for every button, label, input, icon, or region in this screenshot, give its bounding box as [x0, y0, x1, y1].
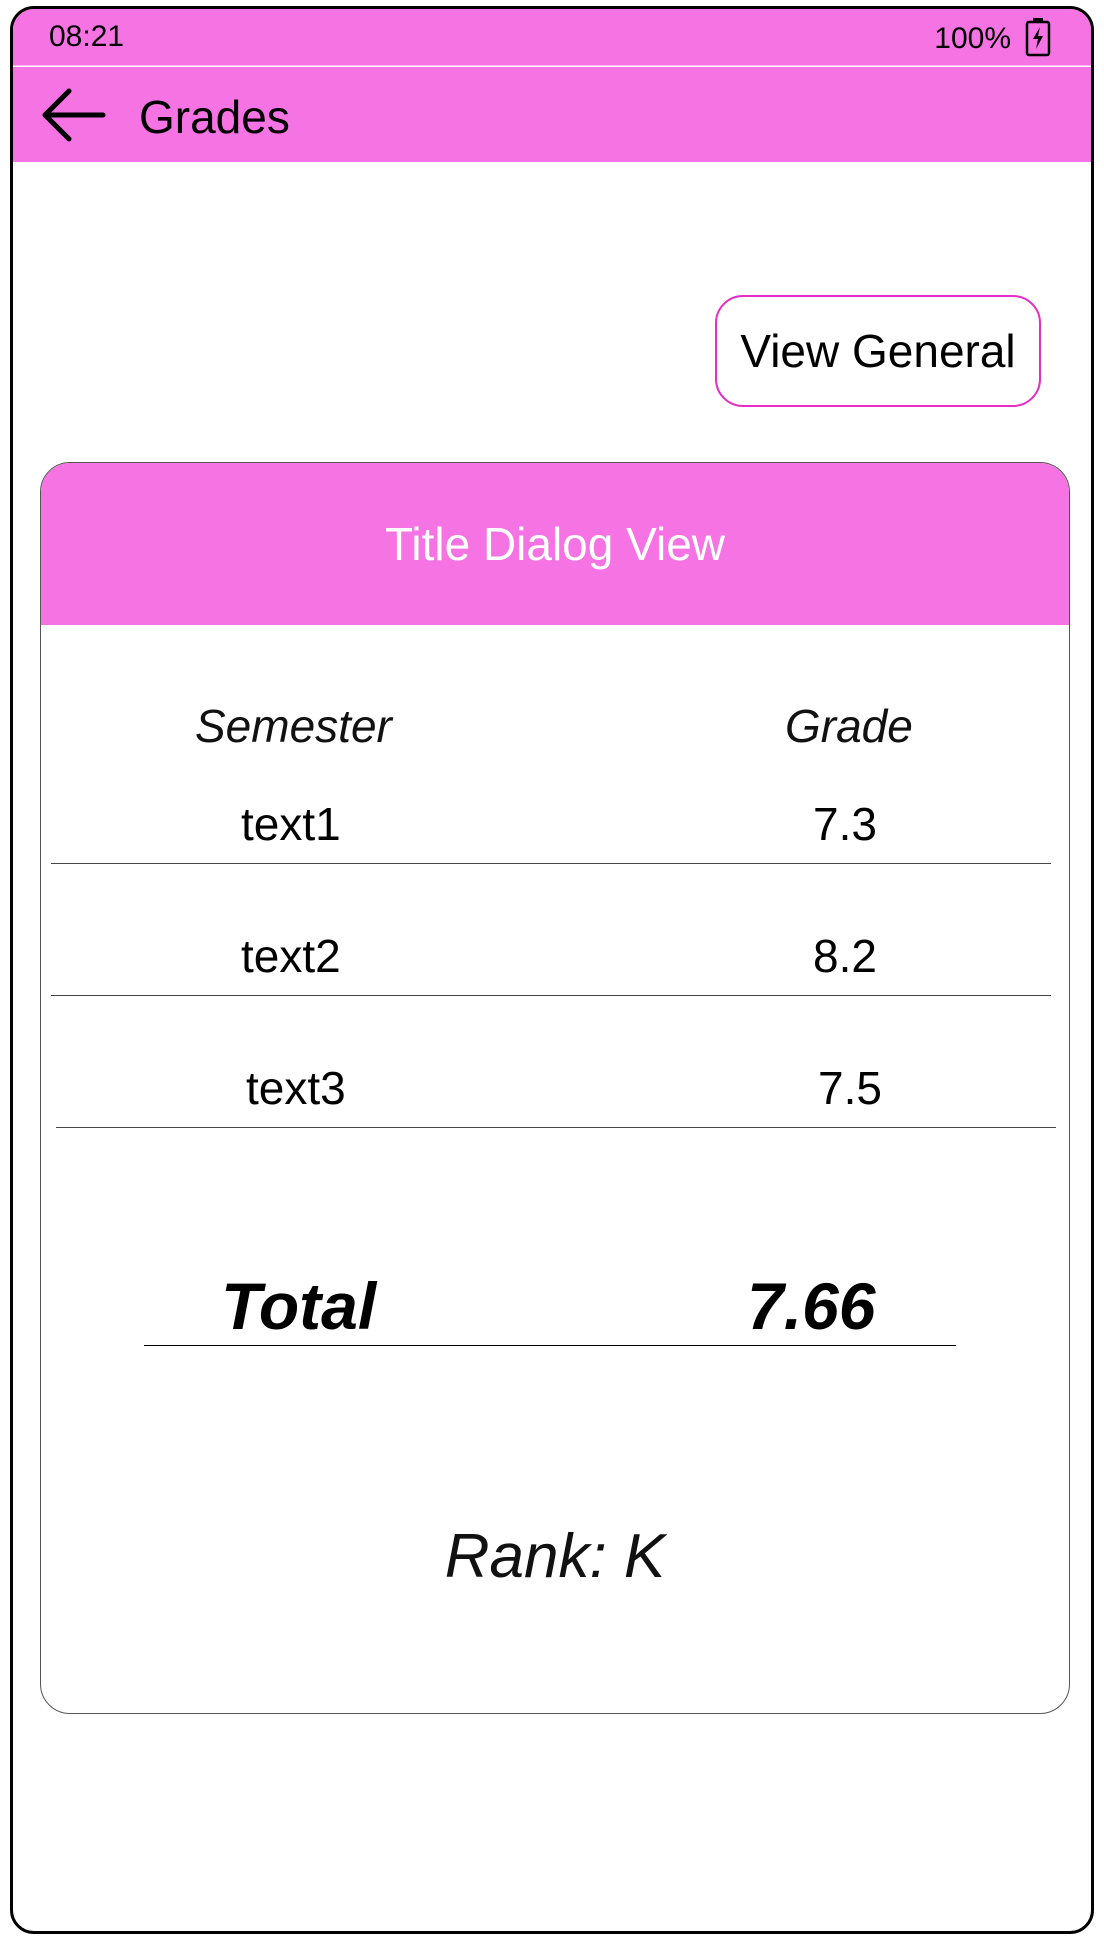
- status-bar: 08:21 100%: [13, 9, 1091, 66]
- grades-dialog: Title Dialog View Semester Grade text1 7…: [40, 462, 1070, 1714]
- row-divider: [51, 863, 1051, 864]
- column-header-grade: Grade: [785, 700, 913, 752]
- row-divider: [51, 995, 1051, 996]
- total-value: 7.66: [747, 1269, 876, 1343]
- total-label: Total: [221, 1269, 377, 1343]
- rank-text: Rank: K: [444, 1522, 666, 1591]
- status-time: 08:21: [49, 20, 125, 53]
- page-title: Grades: [139, 91, 290, 143]
- column-header-semester: Semester: [195, 700, 392, 752]
- row-semester: text2: [241, 930, 341, 982]
- row-semester: text3: [246, 1062, 346, 1114]
- row-grade: 7.5: [818, 1062, 882, 1114]
- dialog-header: Title Dialog View: [41, 463, 1069, 625]
- battery-percentage: 100%: [934, 22, 1011, 55]
- row-semester: text1: [241, 798, 341, 850]
- app-bar: Grades: [13, 67, 1091, 162]
- battery-charging-icon: [1025, 18, 1051, 57]
- dialog-title: Title Dialog View: [384, 518, 726, 570]
- arrow-left-icon[interactable]: [41, 87, 107, 143]
- row-grade: 8.2: [813, 930, 877, 982]
- total-divider: [144, 1345, 956, 1346]
- device-frame: 08:21 100% Grades View General Title Dia…: [10, 6, 1094, 1934]
- row-grade: 7.3: [813, 798, 877, 850]
- view-general-button[interactable]: View General: [715, 295, 1041, 407]
- row-divider: [56, 1127, 1056, 1128]
